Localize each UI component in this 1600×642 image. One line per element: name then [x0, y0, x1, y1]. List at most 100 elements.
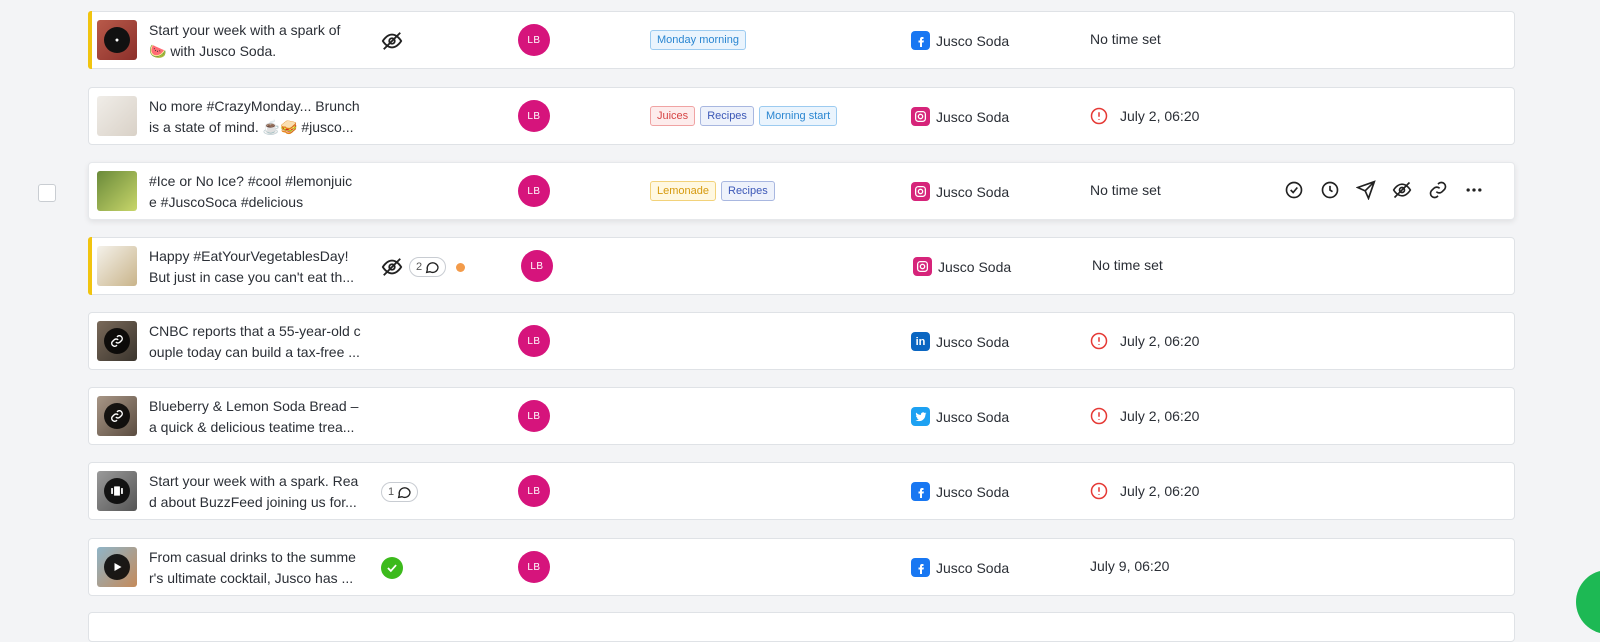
gallery-icon — [104, 478, 130, 504]
schedule-time[interactable]: July 2, 06:20 — [1090, 332, 1199, 350]
post-title[interactable]: #Ice or No Ice? #cool #lemonjuic e #Jusco… — [149, 171, 365, 213]
account-name: Jusco Soda — [936, 32, 1010, 49]
avatar[interactable]: LB — [518, 100, 550, 132]
comments-count[interactable]: 1 — [381, 482, 419, 502]
instagram-icon — [911, 107, 930, 126]
post-thumbnail[interactable] — [97, 321, 137, 361]
post-thumbnail[interactable] — [97, 171, 137, 211]
facebook-icon — [911, 31, 930, 50]
tag-list: Lemonade Recipes — [650, 181, 775, 201]
send-icon[interactable] — [1356, 180, 1376, 200]
comment-icon — [397, 487, 411, 499]
warning-icon — [1090, 332, 1108, 350]
clock-icon[interactable] — [1320, 180, 1340, 200]
post-status: 2 — [381, 256, 466, 278]
post-row[interactable]: No more #CrazyMonday... Brunch is a state… — [88, 87, 1515, 145]
approved-icon — [381, 557, 403, 579]
network-account: Jusco Soda — [911, 31, 1009, 50]
post-row[interactable]: Start your week with a spark. Rea d about… — [88, 462, 1515, 520]
schedule-time[interactable]: July 2, 06:20 — [1090, 107, 1199, 125]
network-account: in Jusco Soda — [911, 332, 1009, 351]
schedule-time[interactable]: No time set — [1090, 31, 1161, 47]
play-icon — [104, 554, 130, 580]
tag[interactable]: Morning start — [758, 106, 838, 126]
avatar[interactable]: LB — [518, 175, 550, 207]
account-name: Jusco Soda — [936, 408, 1010, 425]
tag[interactable]: Juices — [650, 106, 696, 126]
schedule-time[interactable]: July 2, 06:20 — [1090, 482, 1199, 500]
post-row[interactable] — [88, 612, 1515, 642]
avatar[interactable]: LB — [518, 325, 550, 357]
warning-icon — [1090, 107, 1108, 125]
eye-off-icon[interactable] — [1392, 180, 1412, 200]
post-row[interactable]: ● Start your week with a spark of 🍉 with … — [88, 11, 1515, 69]
link-icon[interactable] — [1428, 180, 1448, 200]
avatar[interactable]: LB — [518, 551, 550, 583]
facebook-icon — [911, 558, 930, 577]
tag-list: Monday morning — [650, 30, 746, 50]
post-status: 1 — [381, 481, 419, 503]
more-icon[interactable] — [1464, 180, 1484, 200]
post-thumbnail[interactable] — [97, 396, 137, 436]
eye-off-icon[interactable] — [381, 30, 403, 52]
post-title[interactable]: Start your week with a spark. Rea d about… — [149, 471, 365, 513]
post-row[interactable]: Blueberry & Lemon Soda Bread – a quick & … — [88, 387, 1515, 445]
post-title[interactable]: From casual drinks to the summe r's ultim… — [149, 547, 365, 589]
pending-flag — [88, 237, 92, 295]
post-row[interactable]: #Ice or No Ice? #cool #lemonjuic e #Jusco… — [88, 162, 1515, 220]
link-icon — [104, 328, 130, 354]
tag-list: Juices Recipes Morning start — [650, 106, 838, 126]
network-account: Jusco Soda — [911, 107, 1009, 126]
network-account: Jusco Soda — [911, 482, 1009, 501]
schedule-time[interactable]: No time set — [1090, 182, 1161, 198]
post-title[interactable]: Blueberry & Lemon Soda Bread – a quick & … — [149, 396, 365, 438]
account-name: Jusco Soda — [936, 559, 1010, 576]
schedule-time[interactable]: July 9, 06:20 — [1090, 558, 1169, 574]
tag[interactable]: Recipes — [700, 106, 754, 126]
network-account: Jusco Soda — [911, 182, 1009, 201]
comment-icon — [425, 262, 439, 274]
tag[interactable]: Monday morning — [650, 30, 746, 50]
post-status — [381, 557, 403, 579]
post-row[interactable]: Happy #EatYourVegetablesDay! But just in … — [88, 237, 1515, 295]
facebook-icon — [911, 482, 930, 501]
chat-widget-icon[interactable] — [1576, 570, 1600, 634]
avatar[interactable]: LB — [518, 475, 550, 507]
avatar[interactable]: LB — [518, 400, 550, 432]
account-name: Jusco Soda — [938, 258, 1012, 275]
warning-icon — [1090, 482, 1108, 500]
network-account: Jusco Soda — [911, 407, 1009, 426]
eye-off-icon[interactable] — [381, 256, 403, 278]
network-account: Jusco Soda — [911, 558, 1009, 577]
avatar[interactable]: LB — [518, 24, 550, 56]
post-thumbnail[interactable] — [97, 547, 137, 587]
twitter-icon — [911, 407, 930, 426]
post-thumbnail[interactable] — [97, 96, 137, 136]
row-select-checkbox[interactable] — [38, 184, 56, 202]
schedule-time[interactable]: July 2, 06:20 — [1090, 407, 1199, 425]
account-name: Jusco Soda — [936, 108, 1010, 125]
link-icon — [104, 403, 130, 429]
post-thumbnail[interactable] — [97, 471, 137, 511]
post-row[interactable]: CNBC reports that a 55-year-old c ouple t… — [88, 312, 1515, 370]
post-thumbnail[interactable] — [97, 246, 137, 286]
post-title[interactable]: Happy #EatYourVegetablesDay! But just in … — [149, 246, 365, 288]
comments-count[interactable]: 2 — [409, 257, 447, 277]
tag[interactable]: Recipes — [721, 181, 775, 201]
schedule-time[interactable]: No time set — [1092, 257, 1163, 273]
post-row[interactable]: From casual drinks to the summe r's ultim… — [88, 538, 1515, 596]
post-thumbnail[interactable]: ● — [97, 20, 137, 60]
linkedin-icon: in — [911, 332, 930, 351]
instagram-icon — [911, 182, 930, 201]
post-status — [381, 30, 403, 52]
avatar[interactable]: LB — [521, 250, 553, 282]
post-title[interactable]: CNBC reports that a 55-year-old c ouple t… — [149, 321, 365, 363]
approve-icon[interactable] — [1284, 180, 1304, 200]
account-name: Jusco Soda — [936, 333, 1010, 350]
tag[interactable]: Lemonade — [650, 181, 716, 201]
record-icon: ● — [104, 27, 130, 53]
warning-icon — [1090, 407, 1108, 425]
post-title[interactable]: No more #CrazyMonday... Brunch is a state… — [149, 96, 365, 138]
account-name: Jusco Soda — [936, 483, 1010, 500]
post-title[interactable]: Start your week with a spark of 🍉 with Ju… — [149, 20, 365, 62]
